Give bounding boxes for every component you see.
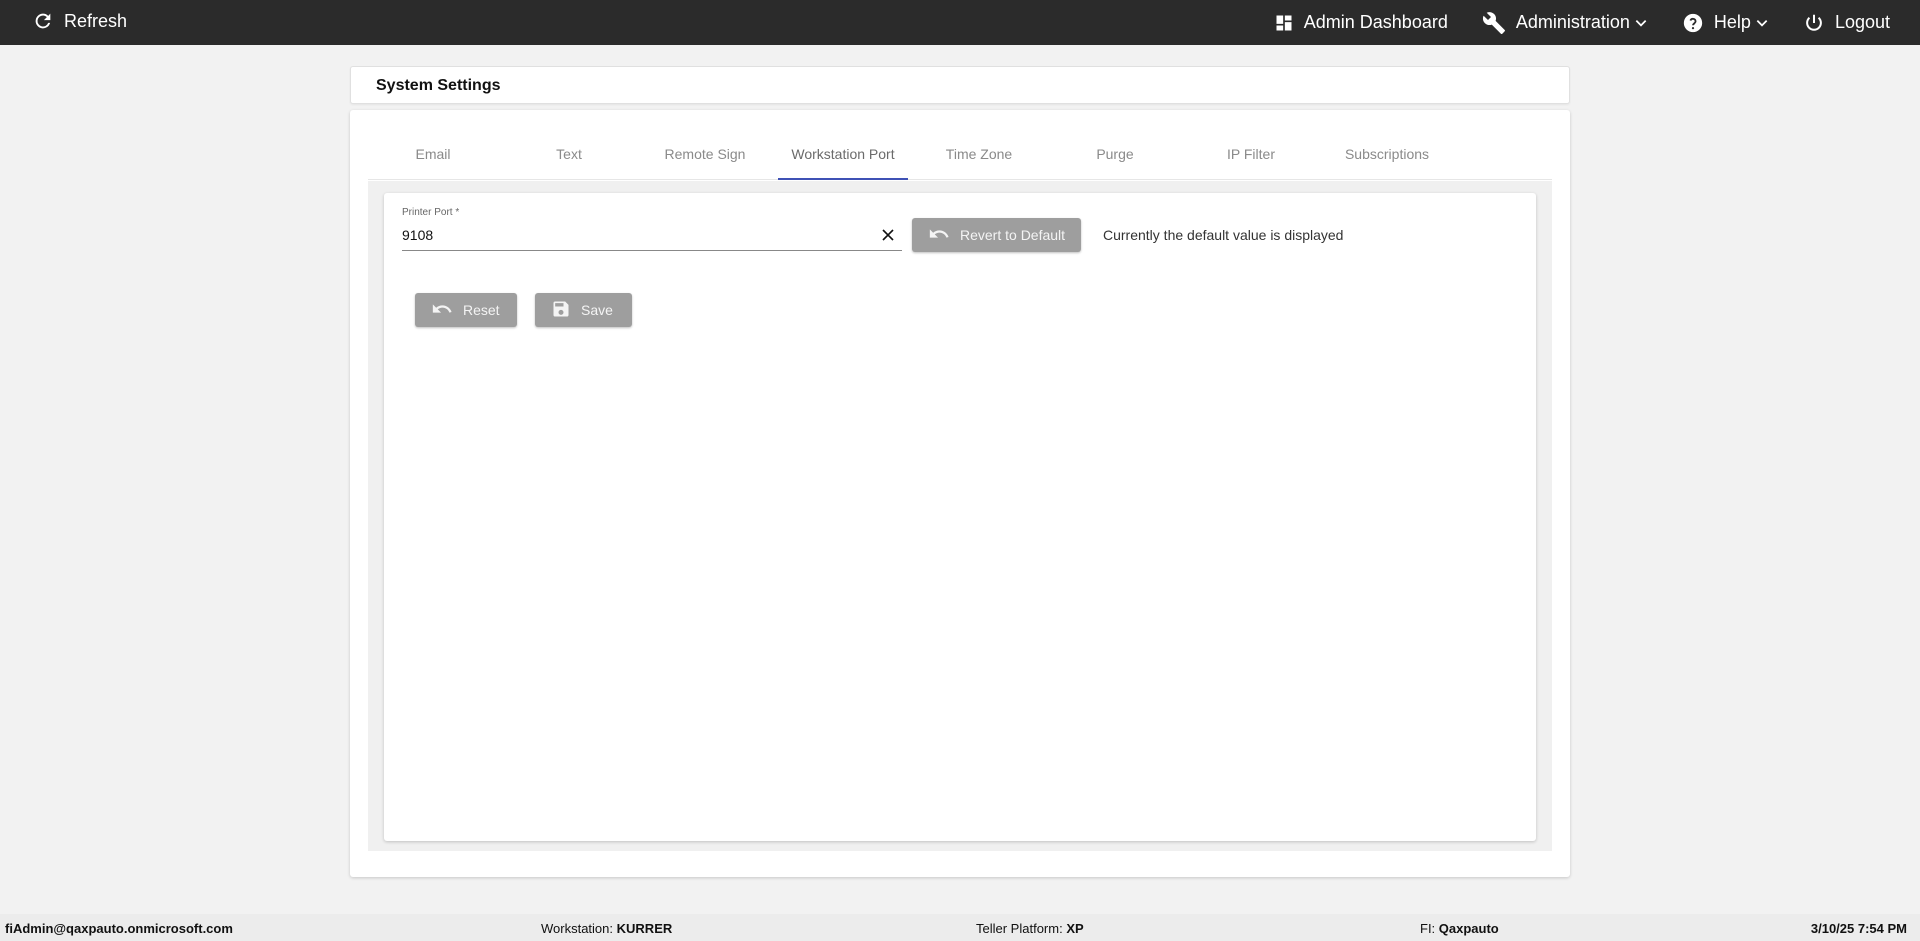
reset-button[interactable]: Reset	[415, 293, 517, 327]
wrench-icon	[1482, 11, 1506, 35]
tab-subscriptions[interactable]: Subscriptions	[1322, 132, 1452, 180]
refresh-label: Refresh	[64, 10, 128, 31]
workstation-port-form: Printer Port * Revert to Default Current…	[384, 193, 1536, 841]
default-value-hint: Currently the default value is displayed	[1103, 227, 1344, 243]
tab-time-zone[interactable]: Time Zone	[914, 132, 1044, 180]
revert-to-default-button[interactable]: Revert to Default	[912, 218, 1081, 252]
tab-text[interactable]: Text	[504, 132, 634, 180]
close-icon[interactable]	[878, 225, 898, 245]
refresh-button[interactable]: Refresh	[32, 10, 127, 32]
chevron-down-icon	[1755, 16, 1769, 30]
tab-workstation-port[interactable]: Workstation Port	[778, 132, 908, 180]
footer-workstation: Workstation: KURRER	[541, 921, 673, 936]
settings-card: Email Text Remote Sign Workstation Port …	[350, 110, 1570, 877]
tab-purge[interactable]: Purge	[1050, 132, 1180, 180]
status-bar: fiAdmin@qaxpauto.onmicrosoft.com Worksta…	[0, 914, 1920, 941]
undo-icon	[928, 223, 950, 248]
save-button[interactable]: Save	[535, 293, 632, 327]
top-bar: Refresh Admin Dashboard Administration H…	[0, 0, 1920, 45]
tab-panel: Printer Port * Revert to Default Current…	[368, 181, 1552, 851]
reset-label: Reset	[463, 302, 500, 318]
power-icon	[1803, 12, 1825, 34]
page-header: System Settings	[350, 66, 1570, 104]
tab-ip-filter[interactable]: IP Filter	[1186, 132, 1316, 180]
admin-dashboard-label: Admin Dashboard	[1303, 12, 1448, 32]
administration-label: Administration	[1515, 12, 1630, 32]
printer-port-label: Printer Port *	[402, 207, 460, 218]
help-icon	[1682, 12, 1704, 34]
administration-menu[interactable]: Administration	[1482, 11, 1648, 35]
footer-teller-platform: Teller Platform: XP	[976, 921, 1084, 936]
chevron-down-icon	[1634, 16, 1648, 30]
help-menu[interactable]: Help	[1682, 12, 1769, 34]
tab-remote-sign[interactable]: Remote Sign	[640, 132, 770, 180]
footer-fi: FI: Qaxpauto	[1420, 921, 1499, 936]
logout-button[interactable]: Logout	[1803, 12, 1890, 34]
floppy-disk-icon	[551, 299, 571, 322]
page-title: System Settings	[376, 77, 501, 94]
footer-user: fiAdmin@qaxpauto.onmicrosoft.com	[5, 921, 233, 936]
refresh-icon	[32, 10, 54, 32]
save-label: Save	[581, 302, 613, 318]
revert-label: Revert to Default	[960, 227, 1066, 243]
printer-port-input[interactable]	[402, 225, 872, 245]
printer-port-field: Printer Port *	[402, 207, 902, 251]
logout-label: Logout	[1834, 12, 1890, 32]
footer-datetime: 3/10/25 7:54 PM	[1810, 921, 1907, 936]
settings-tabs: Email Text Remote Sign Workstation Port …	[368, 132, 1552, 180]
undo-icon	[431, 298, 453, 323]
help-label: Help	[1713, 12, 1751, 32]
dashboard-icon	[1274, 13, 1294, 33]
tab-email[interactable]: Email	[368, 132, 498, 180]
admin-dashboard-link[interactable]: Admin Dashboard	[1274, 12, 1448, 33]
